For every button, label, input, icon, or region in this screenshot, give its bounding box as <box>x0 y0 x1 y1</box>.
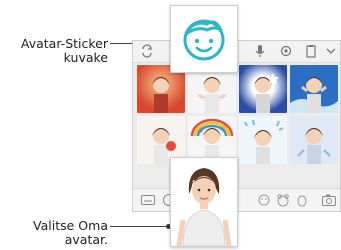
sticker-cell[interactable] <box>239 116 287 164</box>
sticker-cell[interactable] <box>290 116 338 164</box>
emoji-icon[interactable] <box>257 193 271 207</box>
avatar-sticker-button[interactable] <box>170 5 238 73</box>
avatar-leader-line <box>110 226 168 227</box>
avatar-callout: Valitse Oma avatar. <box>2 219 108 247</box>
avatar-callout-line1: Valitse Oma <box>33 218 108 233</box>
sticker-callout-line2: kuvake <box>63 50 108 65</box>
avatar-callout-line2: avatar. <box>64 232 108 247</box>
sticker-cell[interactable] <box>290 65 338 113</box>
sticker-callout-line1: Avatar-Sticker <box>20 36 108 51</box>
clipboard-icon[interactable] <box>303 43 319 59</box>
rainbow-decoration <box>190 118 234 136</box>
switch-keyboard-icon[interactable] <box>139 43 155 59</box>
settings-icon[interactable] <box>278 43 294 59</box>
own-avatar-image <box>171 158 237 246</box>
avatar-sticker-icon <box>183 19 225 61</box>
keyboard-icon[interactable] <box>141 193 155 207</box>
own-avatar-button[interactable] <box>170 157 238 247</box>
collapse-icon[interactable] <box>323 43 339 59</box>
emoji-icon[interactable] <box>295 193 309 207</box>
camera-icon[interactable] <box>322 193 336 207</box>
sticker-icon-callout: Avatar-Sticker kuvake <box>2 37 108 65</box>
microphone-icon[interactable] <box>252 43 268 59</box>
sticker-cell[interactable] <box>239 65 287 113</box>
emoji-icon[interactable] <box>276 193 290 207</box>
